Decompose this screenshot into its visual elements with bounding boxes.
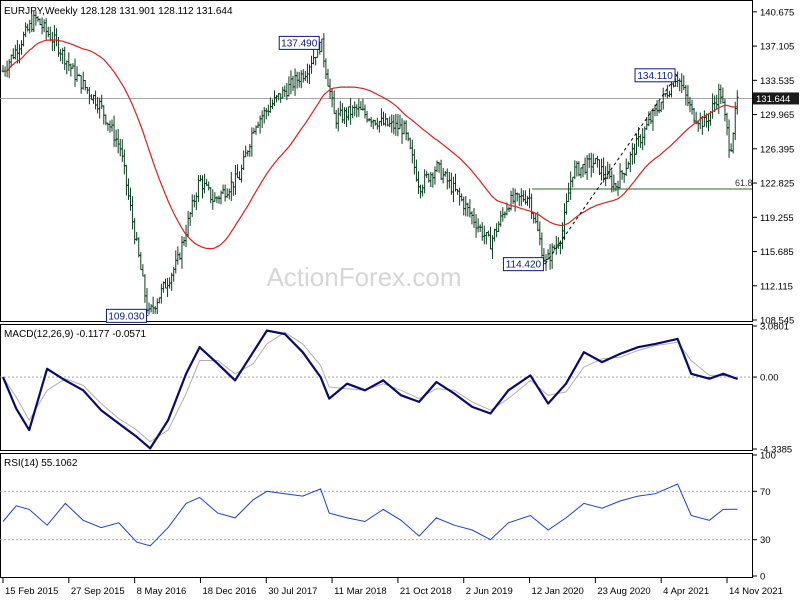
- annotation-label: 137.490: [281, 38, 318, 49]
- price-tick-label: 126.395: [760, 144, 794, 155]
- price-tick-label: 115.685: [760, 247, 794, 258]
- x-tick-label: 15 Feb 2015: [5, 586, 58, 597]
- rsi-tick-label: 100: [760, 451, 776, 462]
- watermark: ActionForex.com: [266, 262, 461, 292]
- price-tick-label: 137.105: [760, 42, 794, 53]
- x-tick-label: 8 May 2016: [137, 586, 187, 597]
- annotation-low: 114.420: [502, 257, 546, 272]
- x-tick-label: 14 Nov 2021: [729, 586, 783, 597]
- x-tick-label: 11 Mar 2018: [334, 586, 387, 597]
- macd-tick-label: 3.0801: [760, 322, 789, 333]
- rsi-tick-label: 70: [760, 487, 771, 498]
- annotation-high: 134.110: [634, 68, 678, 83]
- rsi-tick-label: 0: [760, 572, 765, 583]
- x-tick-label: 21 Oct 2018: [400, 586, 452, 597]
- price-panel-title: EURJPY,Weekly 128.128 131.901 128.112 13…: [4, 6, 233, 17]
- price-tick-label: 129.965: [760, 110, 794, 121]
- macd-panel-title: MACD(12,26,9) -0.1177 -0.0571: [4, 329, 147, 340]
- annotation-label: 114.420: [506, 260, 542, 271]
- x-tick-label: 30 Jul 2017: [268, 586, 317, 597]
- current-price-label: 131.644: [756, 94, 790, 105]
- x-tick-label: 27 Sep 2015: [71, 586, 125, 597]
- chart-root: ActionForex.com 140.675 137.105 133.535 129…: [0, 0, 800, 600]
- price-tick-label: 122.825: [760, 179, 794, 190]
- x-tick-label: 23 Aug 2020: [597, 586, 650, 597]
- x-tick-label: 12 Jan 2020: [532, 586, 584, 597]
- price-tick-label: 112.115: [760, 281, 793, 292]
- annotation-label: 134.110: [637, 71, 673, 82]
- rsi-tick-label: 30: [760, 535, 771, 546]
- price-tick-label: 119.255: [760, 213, 794, 224]
- x-tick-label: 18 Dec 2016: [202, 586, 256, 597]
- price-tick-label: 133.535: [760, 76, 794, 87]
- fib-label: 61.8: [735, 178, 753, 188]
- annotation-low: 109.030: [105, 308, 149, 323]
- x-tick-label: 4 Apr 2021: [663, 586, 709, 597]
- annotation-high: 137.490: [278, 35, 322, 50]
- price-tick-label: 140.675: [760, 7, 794, 18]
- macd-tick-label: 0.00: [760, 373, 779, 384]
- chart-svg: ActionForex.com 140.675 137.105 133.535 129…: [0, 0, 800, 600]
- annotation-label: 109.030: [108, 311, 145, 322]
- rsi-panel-title: RSI(14) 55.1062: [4, 458, 78, 469]
- x-tick-label: 2 Jun 2019: [466, 586, 513, 597]
